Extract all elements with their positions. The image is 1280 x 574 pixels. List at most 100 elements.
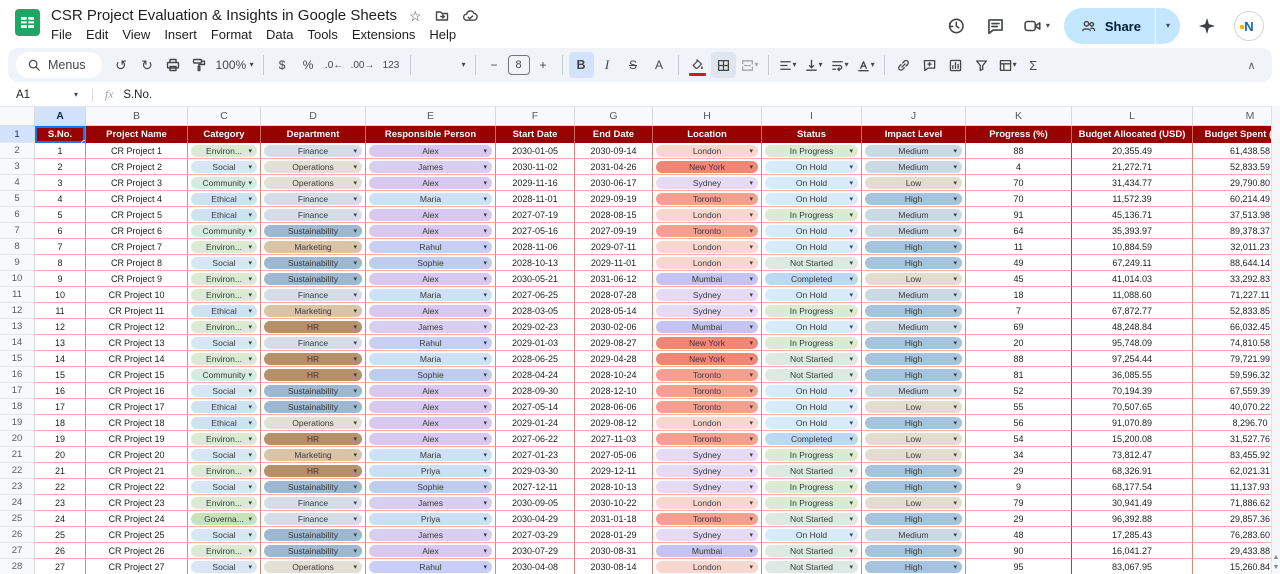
table-toggle-button[interactable]: ▾ [995, 52, 1020, 78]
dropdown-chip[interactable]: Social▾ [191, 561, 257, 573]
text-wrap-button[interactable]: ▾ [827, 52, 852, 78]
dropdown-chip[interactable]: Low▾ [865, 449, 962, 461]
cell[interactable]: CR Project 3 [86, 175, 188, 191]
cell[interactable]: High▾ [862, 511, 966, 527]
cell[interactable]: 2028-01-29 [575, 527, 653, 543]
cell[interactable]: 2030-01-05 [496, 143, 575, 159]
dropdown-chip[interactable]: James▾ [369, 321, 492, 333]
chip-caret-icon[interactable]: ▾ [353, 147, 357, 155]
chip-caret-icon[interactable]: ▾ [248, 275, 252, 283]
chip-caret-icon[interactable]: ▾ [849, 531, 853, 539]
namebox-caret-icon[interactable]: ▾ [74, 91, 78, 99]
chip-caret-icon[interactable]: ▾ [353, 403, 357, 411]
insert-comment-button[interactable] [917, 52, 942, 78]
table-header-cell[interactable]: Budget Allocated (USD) [1072, 126, 1193, 143]
cell[interactable]: James▾ [366, 495, 496, 511]
cell[interactable]: 2029-08-12 [575, 415, 653, 431]
chip-caret-icon[interactable]: ▾ [483, 259, 487, 267]
cell[interactable]: In Progress▾ [762, 479, 862, 495]
cell[interactable]: 16,041.27 [1072, 543, 1193, 559]
cell[interactable]: 7 [35, 239, 86, 255]
dropdown-chip[interactable]: Alex▾ [369, 385, 492, 397]
chip-caret-icon[interactable]: ▾ [353, 211, 357, 219]
dropdown-chip[interactable]: In Progress▾ [765, 209, 858, 221]
dropdown-chip[interactable]: Community▾ [191, 177, 257, 189]
insert-chart-button[interactable] [943, 52, 968, 78]
chip-caret-icon[interactable]: ▾ [248, 531, 252, 539]
cell[interactable]: Medium▾ [862, 143, 966, 159]
version-history-icon[interactable] [943, 13, 969, 39]
column-header-F[interactable]: F [496, 107, 575, 126]
cell[interactable]: 2028-04-24 [496, 367, 575, 383]
chip-caret-icon[interactable]: ▾ [353, 515, 357, 523]
cell[interactable]: High▾ [862, 351, 966, 367]
row-header-24[interactable]: 24 [0, 495, 35, 511]
cell[interactable]: 88 [966, 143, 1072, 159]
cell[interactable]: Alex▾ [366, 207, 496, 223]
redo-button[interactable]: ↻ [135, 52, 160, 78]
cell[interactable]: Environ...▾ [188, 495, 261, 511]
cell[interactable]: 11,088.60 [1072, 287, 1193, 303]
borders-button[interactable] [711, 52, 736, 78]
cell[interactable]: CR Project 11 [86, 303, 188, 319]
functions-button[interactable]: Σ [1021, 52, 1046, 78]
cell[interactable]: CR Project 26 [86, 543, 188, 559]
dropdown-chip[interactable]: On Hold▾ [765, 225, 858, 237]
cell[interactable]: 2028-06-25 [496, 351, 575, 367]
chip-caret-icon[interactable]: ▾ [749, 211, 753, 219]
cell[interactable]: 89,378.37 [1193, 223, 1280, 239]
cell[interactable]: Sophie▾ [366, 367, 496, 383]
dropdown-chip[interactable]: Finance▾ [264, 193, 362, 205]
cell[interactable]: 2030-07-29 [496, 543, 575, 559]
cell[interactable]: Alex▾ [366, 383, 496, 399]
cell[interactable]: 22 [35, 479, 86, 495]
cell[interactable]: 45,136.71 [1072, 207, 1193, 223]
cell[interactable]: 2029-11-16 [496, 175, 575, 191]
row-header-22[interactable]: 22 [0, 463, 35, 479]
dropdown-chip[interactable]: Completed▾ [765, 433, 858, 445]
cell[interactable]: Sydney▾ [653, 303, 762, 319]
cell[interactable]: 2030-09-05 [496, 495, 575, 511]
dropdown-chip[interactable]: Toronto▾ [656, 225, 758, 237]
cell[interactable]: 62,021.31 [1193, 463, 1280, 479]
cell[interactable]: Toronto▾ [653, 367, 762, 383]
more-formats-button[interactable]: 123 [379, 52, 404, 78]
cell[interactable]: Not Started▾ [762, 255, 862, 271]
undo-button[interactable]: ↺ [109, 52, 134, 78]
cell[interactable]: 3 [35, 175, 86, 191]
dropdown-chip[interactable]: High▾ [865, 305, 962, 317]
column-header-L[interactable]: L [1072, 107, 1193, 126]
cell[interactable]: James▾ [366, 159, 496, 175]
chip-caret-icon[interactable]: ▾ [248, 499, 252, 507]
cell[interactable]: Operations▾ [261, 175, 366, 191]
dropdown-chip[interactable]: Alex▾ [369, 545, 492, 557]
cell[interactable]: On Hold▾ [762, 383, 862, 399]
sheets-logo-icon[interactable] [14, 9, 41, 36]
italic-button[interactable]: I [595, 52, 620, 78]
dropdown-chip[interactable]: Maria▾ [369, 449, 492, 461]
chip-caret-icon[interactable]: ▾ [953, 467, 957, 475]
dropdown-chip[interactable]: Completed▾ [765, 273, 858, 285]
row-header-28[interactable]: 28 [0, 559, 35, 574]
cell[interactable]: 20 [35, 447, 86, 463]
cell[interactable]: Rahul▾ [366, 335, 496, 351]
row-header-11[interactable]: 11 [0, 287, 35, 303]
dropdown-chip[interactable]: Sophie▾ [369, 481, 492, 493]
chip-caret-icon[interactable]: ▾ [849, 547, 853, 555]
table-header-cell[interactable]: Category [188, 126, 261, 143]
cell[interactable]: 10 [35, 287, 86, 303]
chip-caret-icon[interactable]: ▾ [248, 419, 252, 427]
cell[interactable]: Toronto▾ [653, 223, 762, 239]
cell[interactable]: 2030-09-14 [575, 143, 653, 159]
dropdown-chip[interactable]: London▾ [656, 241, 758, 253]
chip-caret-icon[interactable]: ▾ [749, 179, 753, 187]
chip-caret-icon[interactable]: ▾ [953, 531, 957, 539]
cell[interactable]: 29,857.36 [1193, 511, 1280, 527]
chip-caret-icon[interactable]: ▾ [953, 451, 957, 459]
cell[interactable]: Community▾ [188, 175, 261, 191]
cell[interactable]: 4 [35, 191, 86, 207]
cell[interactable]: 19 [35, 431, 86, 447]
dropdown-chip[interactable]: Priya▾ [369, 465, 492, 477]
column-header-M[interactable]: M [1193, 107, 1280, 126]
chip-caret-icon[interactable]: ▾ [953, 307, 957, 315]
